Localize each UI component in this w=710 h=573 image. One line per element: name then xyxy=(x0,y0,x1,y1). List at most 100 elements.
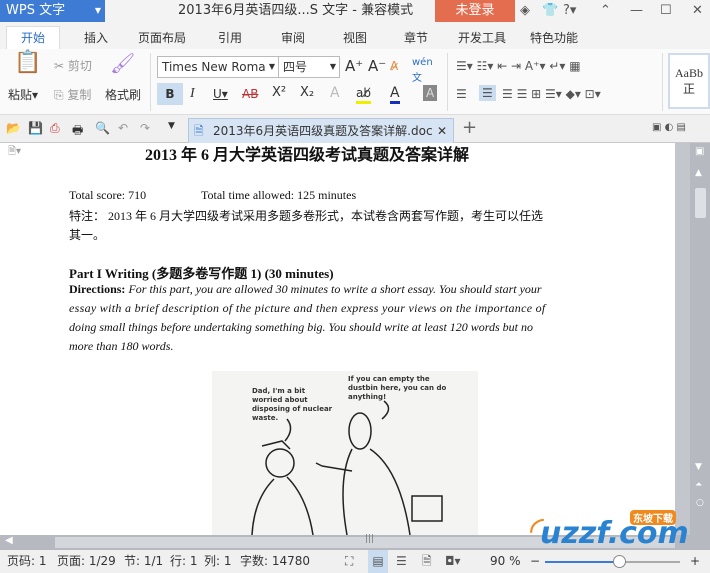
tab-tools-icons[interactable]: ▣ ◐ ▤ xyxy=(652,122,686,133)
reading-view-icon[interactable]: ◘▾ xyxy=(445,550,461,573)
status-section[interactable]: 节: 1/1 xyxy=(124,550,163,573)
tab-chapter[interactable]: 章节 xyxy=(404,27,428,49)
paste-icon[interactable]: 📋 xyxy=(14,52,41,74)
minimize-icon[interactable]: — xyxy=(630,0,643,22)
redo-icon[interactable]: ↷ xyxy=(140,121,150,135)
font-color-icon[interactable]: A xyxy=(390,85,400,104)
tab-view[interactable]: 视图 xyxy=(343,27,367,49)
open-icon[interactable]: 📂 xyxy=(6,121,21,135)
save-icon[interactable]: 💾 xyxy=(28,121,43,135)
directions-line-4: more than 180 words. xyxy=(69,339,174,353)
shirt-icon[interactable]: 👕 xyxy=(542,0,558,22)
watermark-subtext: 东坡下载 xyxy=(630,510,676,525)
web-view-icon[interactable]: 🗎 xyxy=(422,550,432,573)
print-icon[interactable]: 🖶 xyxy=(72,121,83,142)
prev-page-icon[interactable]: ⏶ xyxy=(695,480,702,490)
char-shading-icon[interactable]: A xyxy=(423,85,438,101)
vertical-scroll-thumb[interactable] xyxy=(695,188,706,218)
ribbon-tabs: 开始 插入 页面布局 引用 审阅 视图 章节 开发工具 特色功能 xyxy=(0,22,710,49)
strikethrough-button[interactable]: AB xyxy=(242,86,258,102)
fullscreen-icon[interactable]: ⛶ xyxy=(345,550,353,573)
tab-developer[interactable]: 开发工具 xyxy=(458,27,506,49)
list-icons[interactable]: ☰▾ ☷▾ ⇤ ⇥ A⁺▾ ↵▾ ▦ xyxy=(456,58,581,74)
total-score: Total score: 710 xyxy=(69,188,147,202)
undo-icon[interactable]: ↶ xyxy=(118,121,128,135)
page-view-icon[interactable]: ▤ xyxy=(368,550,388,573)
underline-button[interactable]: U▾ xyxy=(213,86,228,102)
scroll-left-icon[interactable]: ◀ xyxy=(5,535,13,546)
directions-line-1: For this part, you are allowed 30 minute… xyxy=(128,282,542,296)
directions-line-2: essay with a brief description of the pi… xyxy=(69,301,546,315)
cartoon-image: Dad, I'm a bit worried about disposing o… xyxy=(212,371,478,535)
highlight-icon[interactable]: ab̸ xyxy=(356,85,371,104)
phonetic-icon[interactable]: wén 文 xyxy=(412,55,433,87)
collapse-icon[interactable]: ⌃ xyxy=(600,0,611,22)
text-effect-icon[interactable]: A xyxy=(330,85,340,101)
part-heading: Part I Writing (多题多卷写作题 1) (30 minutes) xyxy=(69,266,334,281)
tab-insert[interactable]: 插入 xyxy=(84,27,108,49)
title-bar: WPS 文字 ▼ 2013年6月英语四级...S 文字 - 兼容模式 未登录 ◈ … xyxy=(0,0,710,22)
note-line-2: 其一。 xyxy=(69,228,106,242)
tab-review[interactable]: 审阅 xyxy=(281,27,305,49)
italic-button[interactable]: I xyxy=(190,86,195,102)
align-center-button[interactable]: ☰ xyxy=(479,85,496,101)
close-icon[interactable]: ✕ xyxy=(692,0,703,22)
wps-menu-button[interactable]: WPS 文字 ▼ xyxy=(0,0,105,22)
document-tab[interactable]: 🗎 2013年6月英语四级真题及答案详解.doc ✕ xyxy=(188,118,454,143)
document-title: 2013 年 6 月大学英语四级考试真题及答案详解 xyxy=(145,147,470,164)
copy-button[interactable]: ⎘ 复制 xyxy=(54,87,91,103)
total-time: Total time allowed: 125 minutes xyxy=(201,188,357,202)
note-line-1: 特注： 2013 年 6 月大学四级考试采用多题多卷形式，本试卷含两套写作题，考… xyxy=(69,209,544,223)
cartoon-drawing xyxy=(251,400,443,535)
directions-line-3: doing small things before undertaking so… xyxy=(69,320,534,334)
page-margin xyxy=(675,143,690,535)
window-title: 2013年6月英语四级...S 文字 - 兼容模式 xyxy=(178,3,414,18)
zoom-slider-handle[interactable] xyxy=(613,555,627,568)
login-button[interactable]: 未登录 xyxy=(435,0,515,22)
tab-page-layout[interactable]: 页面布局 xyxy=(138,27,186,49)
bold-button[interactable]: B xyxy=(157,83,183,105)
format-painter-button[interactable]: 格式刷 xyxy=(105,87,141,103)
export-pdf-icon[interactable]: ⎙ xyxy=(50,121,60,136)
directions-label: Directions: xyxy=(69,282,126,296)
select-browse-icon[interactable]: ○ xyxy=(696,498,704,508)
outline-view-icon[interactable]: ☰ xyxy=(396,550,407,573)
doc-file-icon: 🗎 xyxy=(194,124,204,138)
scroll-up-icon[interactable]: ▲ xyxy=(695,168,702,178)
status-page-number[interactable]: 页码: 1 xyxy=(7,550,47,573)
tab-home[interactable]: 开始 xyxy=(6,26,61,49)
clear-format-icon[interactable]: A̷ xyxy=(390,58,398,74)
help-icon[interactable]: ?▾ xyxy=(563,0,576,22)
scroll-down-icon[interactable]: ▼ xyxy=(695,462,702,472)
chevron-down-icon: ▼ xyxy=(94,6,101,15)
close-tab-icon[interactable]: ✕ xyxy=(437,119,447,143)
paste-button[interactable]: 粘贴▾ xyxy=(8,87,38,103)
grow-font-icon[interactable]: A⁺ A⁻ xyxy=(345,58,386,74)
superscript-button[interactable]: X² xyxy=(272,85,286,101)
subscript-button[interactable]: X₂ xyxy=(300,85,314,101)
status-row[interactable]: 行: 1 xyxy=(170,550,198,573)
print-preview-icon[interactable]: 🔍 xyxy=(95,121,110,135)
watermark-logo: ◜ uzzf.com 东坡下载 xyxy=(530,510,710,555)
font-size-select[interactable]: 四号 ▼ xyxy=(278,56,340,78)
font-name-select[interactable]: Times New Roma ▼ xyxy=(157,56,279,78)
app-name: WPS 文字 xyxy=(6,3,66,18)
tab-references[interactable]: 引用 xyxy=(218,27,242,49)
maximize-icon[interactable]: ☐ xyxy=(660,0,672,22)
document-tab-label: 2013年6月英语四级真题及答案详解.doc xyxy=(213,124,433,138)
customize-icon[interactable]: ▼ xyxy=(168,121,175,131)
align-left-button[interactable]: ☰ xyxy=(456,86,467,102)
style-normal[interactable]: AaBb 正 xyxy=(668,53,710,109)
cut-button[interactable]: ✂ 剪切 xyxy=(54,58,92,74)
split-view-icon[interactable]: ▣ xyxy=(695,146,704,157)
status-column[interactable]: 列: 1 xyxy=(204,550,232,573)
status-word-count[interactable]: 字数: 14780 xyxy=(240,550,310,573)
tab-special[interactable]: 特色功能 xyxy=(530,27,578,49)
paragraph-icons[interactable]: ☰ ☰ ⊞ ☰▾ ◆▾ ⊡▾ xyxy=(502,86,601,102)
status-pages[interactable]: 页面: 1/29 xyxy=(57,550,116,573)
skin-icon[interactable]: ◈ xyxy=(520,0,530,22)
format-painter-icon[interactable]: 🖌 xyxy=(110,53,135,73)
zoom-level[interactable]: 90 % xyxy=(490,550,521,573)
nav-icon[interactable]: 🗎▾ xyxy=(8,144,21,161)
new-tab-icon[interactable]: + xyxy=(462,117,477,138)
